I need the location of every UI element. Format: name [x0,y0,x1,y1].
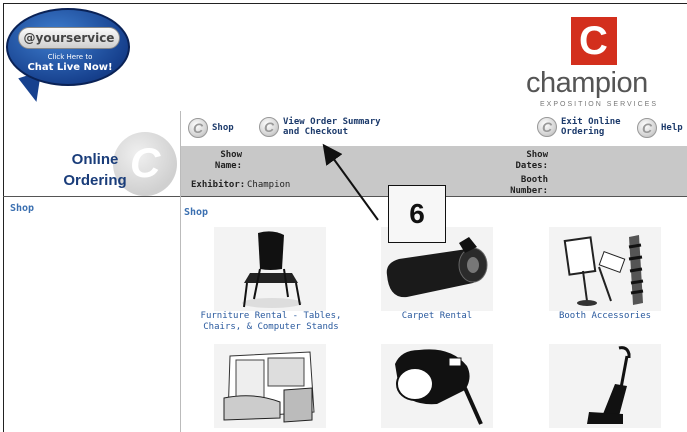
callout-arrow [322,143,379,221]
step-number-callout: 6 [388,185,446,243]
